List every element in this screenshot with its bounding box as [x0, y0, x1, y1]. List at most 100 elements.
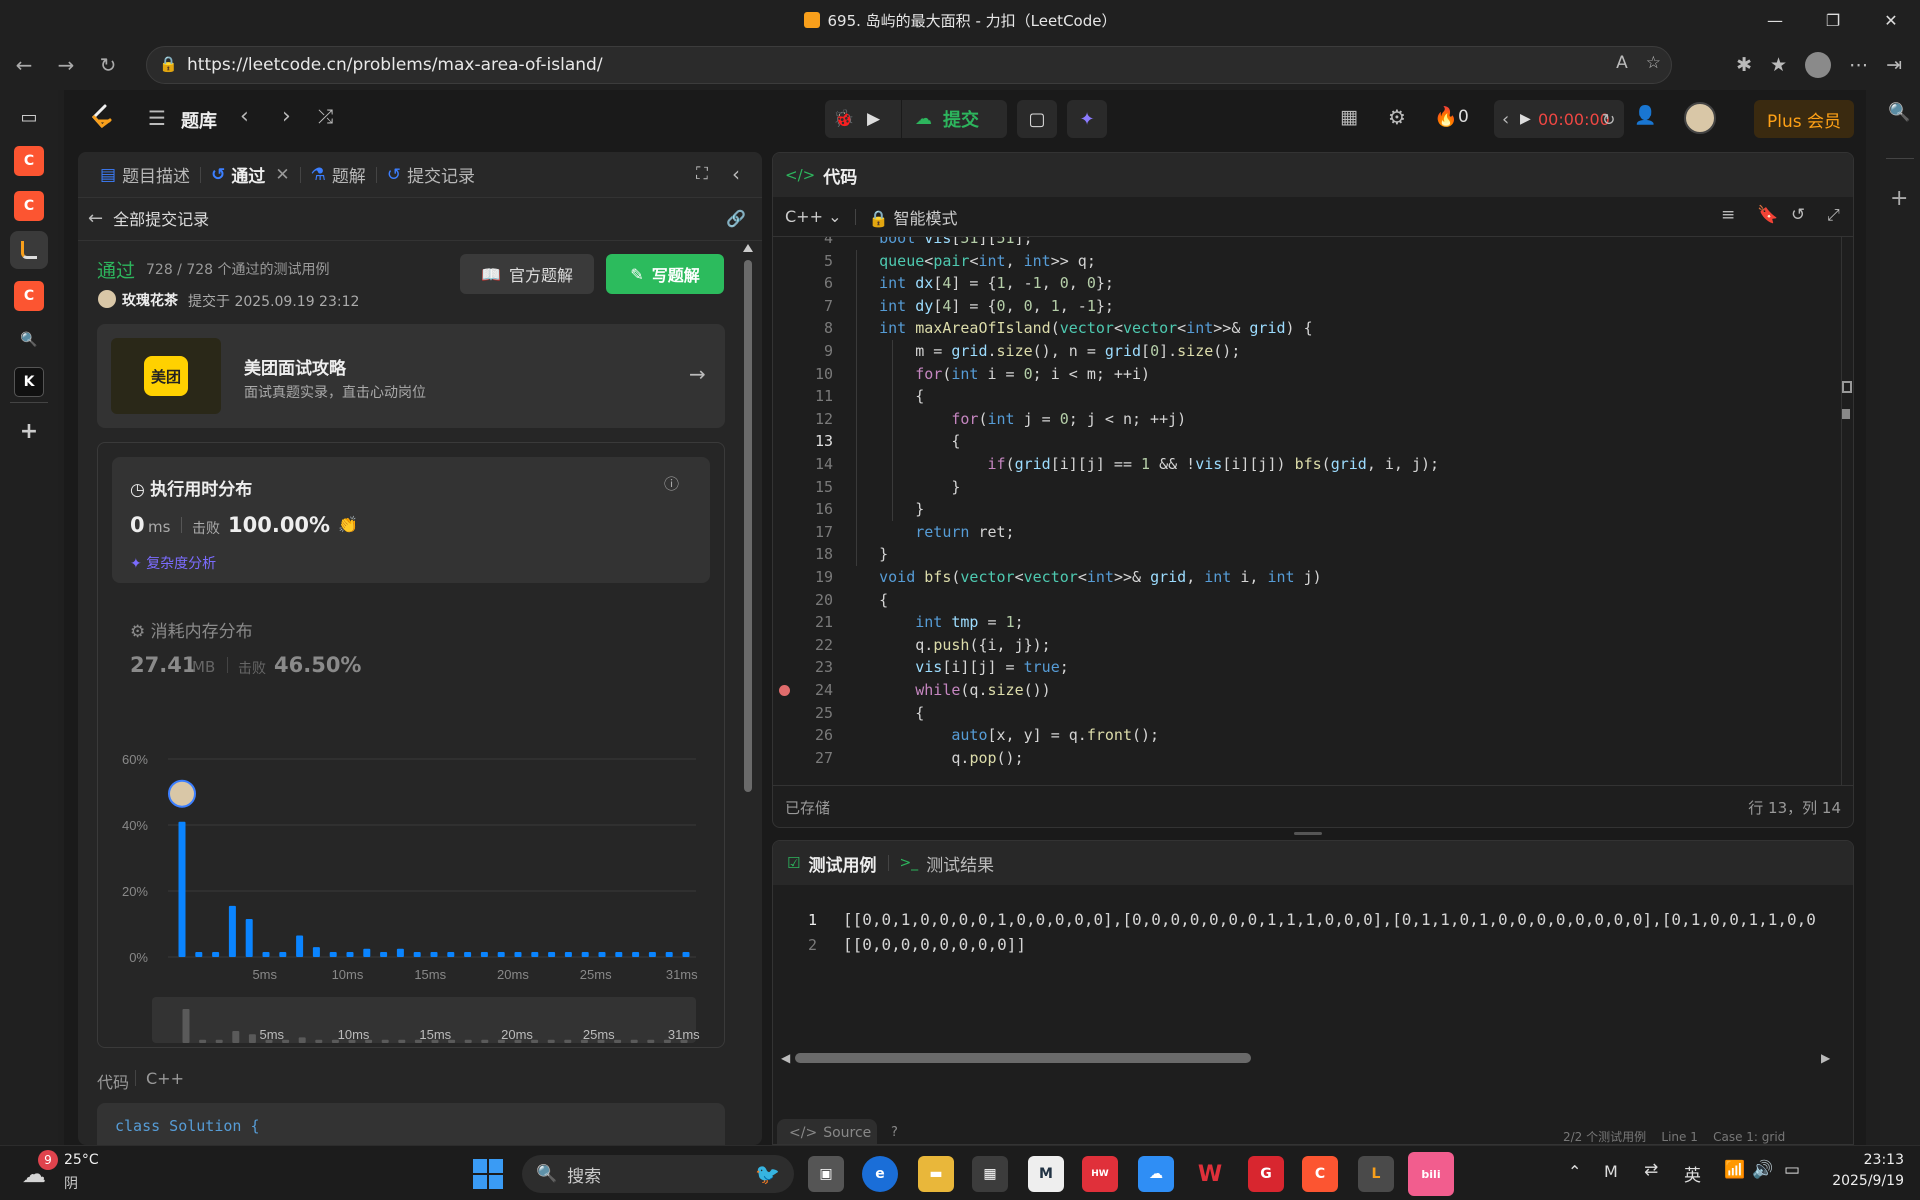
histogram-bar[interactable]	[228, 905, 236, 957]
code-line[interactable]: 6 int dx[4] = {1, -1, 0, 0};	[773, 272, 1833, 295]
code-line[interactable]: 8 int maxAreaOfIsland(vector<vector<int>…	[773, 317, 1833, 340]
code-line[interactable]: 11 {	[773, 385, 1833, 408]
file-explorer-icon[interactable]: ▬	[918, 1156, 954, 1192]
battery-icon[interactable]: ▭	[1784, 1160, 1800, 1180]
line-number[interactable]: 17	[773, 521, 833, 544]
tray-m-icon[interactable]: Ⅿ	[1604, 1162, 1618, 1181]
histogram-bar[interactable]	[514, 952, 522, 957]
testcase-line[interactable]: 1 [[0,0,1,0,0,0,0,1,0,0,0,0,0],[0,0,0,0,0…	[773, 909, 1837, 933]
volume-icon[interactable]: 🔊	[1752, 1160, 1773, 1180]
flame-icon[interactable]: 🔥	[1434, 105, 1458, 128]
code-line[interactable]: 19 void bfs(vector<vector<int>>& grid, i…	[773, 566, 1833, 589]
histogram-bar[interactable]	[464, 952, 472, 957]
smart-mode-toggle[interactable]: 🔒 智能模式	[868, 205, 957, 229]
timer-widget[interactable]: ‹ ▶ 00:00:00 ↻	[1494, 100, 1624, 138]
histogram-bar[interactable]	[548, 952, 556, 957]
horizontal-scrollbar[interactable]: ◀ ▶	[781, 1049, 1833, 1067]
forward-icon[interactable]: →	[48, 47, 84, 83]
code-line[interactable]: 22 q.push({i, j});	[773, 634, 1833, 657]
line-number[interactable]: 18	[773, 543, 833, 566]
reset-code-icon[interactable]: ↺	[1791, 205, 1805, 225]
plus-member-button[interactable]: Plus 会员	[1754, 100, 1854, 138]
testcase-line[interactable]: 2 [[0,0,0,0,0,0,0,0]]	[773, 934, 1837, 958]
histogram-bar[interactable]	[279, 952, 287, 957]
tab-k-icon[interactable]: K	[14, 367, 44, 397]
meituan-ad-card[interactable]: 美团 美团面试攻略 面试真题实录，直击心动岗位 →	[97, 324, 725, 428]
run-icon[interactable]: ▶	[867, 109, 880, 129]
source-button[interactable]: </> Source	[777, 1119, 877, 1144]
share-link-icon[interactable]: 🔗	[726, 209, 746, 228]
app-m-icon[interactable]: M	[1028, 1156, 1064, 1192]
cloud-app-icon[interactable]: ☁	[1138, 1156, 1174, 1192]
panel-resize-handle[interactable]	[1294, 832, 1322, 835]
histogram-bar[interactable]	[195, 952, 203, 957]
minimap-marker[interactable]	[1842, 381, 1852, 393]
add-sidebar-app-icon[interactable]: +	[1890, 186, 1908, 211]
next-problem-icon[interactable]: ›	[282, 104, 291, 129]
leetcode-logo-icon[interactable]	[90, 104, 112, 132]
wps-icon[interactable]: W	[1192, 1156, 1228, 1192]
histogram-bar[interactable]	[312, 947, 320, 957]
line-number[interactable]: 14	[773, 453, 833, 476]
read-aloud-icon[interactable]: A	[1616, 53, 1628, 73]
histogram-bar[interactable]	[396, 948, 404, 957]
close-tab-icon[interactable]: ✕	[275, 165, 289, 185]
histogram-bar[interactable]	[480, 952, 488, 957]
tab-csdn-1[interactable]: C	[14, 146, 44, 176]
line-number[interactable]: 26	[773, 724, 833, 747]
histogram-bar[interactable]	[497, 952, 505, 957]
histogram-bar[interactable]	[665, 952, 673, 957]
tab-test-results[interactable]: 测试结果	[926, 851, 994, 876]
line-number[interactable]: 25	[773, 702, 833, 725]
tab-csdn-2[interactable]: C	[14, 191, 44, 221]
code-line[interactable]: 7 int dy[4] = {0, 0, 1, -1};	[773, 295, 1833, 318]
close-button[interactable]: ✕	[1862, 0, 1920, 40]
favorite-star-icon[interactable]: ☆	[1646, 53, 1661, 73]
tab-testcases[interactable]: 测试用例	[808, 851, 876, 876]
code-line[interactable]: 14 if(grid[i][j] == 1 && !vis[i][j]) bfs…	[773, 453, 1833, 476]
timer-reset-icon[interactable]: ↻	[1602, 110, 1615, 129]
code-line[interactable]: 26 auto[x, y] = q.front();	[773, 724, 1833, 747]
ime-indicator[interactable]: 英	[1684, 1161, 1701, 1186]
line-number[interactable]: 23	[773, 656, 833, 679]
temperature[interactable]: 25°C	[64, 1152, 99, 1168]
refresh-icon[interactable]: ↻	[90, 47, 126, 83]
notes-button[interactable]: ▢	[1017, 100, 1057, 138]
add-tab-icon[interactable]: +	[14, 416, 44, 446]
fullscreen-icon[interactable]: ⛶	[696, 164, 708, 184]
show-hidden-icons[interactable]: ⌃	[1568, 1162, 1581, 1181]
line-number[interactable]: 12	[773, 408, 833, 431]
language-select[interactable]: C++ ⌄	[785, 207, 841, 226]
line-number[interactable]: 21	[773, 611, 833, 634]
histogram-bar[interactable]	[363, 948, 371, 957]
submitter-avatar[interactable]	[98, 290, 116, 308]
minimize-button[interactable]: —	[1746, 0, 1804, 40]
invite-user-icon[interactable]: 👤	[1634, 105, 1656, 126]
expand-icon[interactable]: ⤢	[1827, 205, 1840, 225]
histogram-bar[interactable]	[212, 952, 220, 957]
code-line[interactable]: 21 int tmp = 1;	[773, 611, 1833, 634]
wifi-icon[interactable]: 📶	[1724, 1160, 1745, 1180]
timer-play-icon[interactable]: ▶	[1520, 111, 1531, 127]
code-line[interactable]: 5 queue<pair<int, int>> q;	[773, 250, 1833, 273]
code-line[interactable]: 4 bool vis[51][51];	[773, 237, 1833, 250]
profile-avatar[interactable]	[1805, 52, 1832, 78]
code-line[interactable]: 27 q.pop();	[773, 747, 1833, 770]
g-app-icon[interactable]: G	[1248, 1156, 1284, 1192]
line-number[interactable]: 16	[773, 498, 833, 521]
clock-date[interactable]: 2025/9/19	[1814, 1173, 1904, 1189]
start-button[interactable]	[470, 1156, 506, 1192]
histogram-bar[interactable]	[447, 952, 455, 957]
code-line[interactable]: 13 {	[773, 430, 1833, 453]
task-view-icon[interactable]: ▣	[808, 1156, 844, 1192]
settings-gear-icon[interactable]: ⚙	[1388, 105, 1406, 129]
debug-icon[interactable]: 🐞	[833, 109, 854, 129]
code-line[interactable]: 12 for(int j = 0; j < n; ++j)	[773, 408, 1833, 431]
histogram-bar[interactable]	[648, 952, 656, 957]
testcase-editor[interactable]: 1 [[0,0,1,0,0,0,0,1,0,0,0,0,0],[0,0,0,0,0…	[773, 909, 1837, 969]
prev-problem-icon[interactable]: ‹	[240, 104, 249, 129]
histogram-bar[interactable]	[581, 952, 589, 957]
random-problem-icon[interactable]: ⤮	[318, 106, 333, 128]
submitter-name[interactable]: 玫瑰花茶	[122, 290, 178, 310]
line-number[interactable]: 13	[773, 430, 833, 453]
